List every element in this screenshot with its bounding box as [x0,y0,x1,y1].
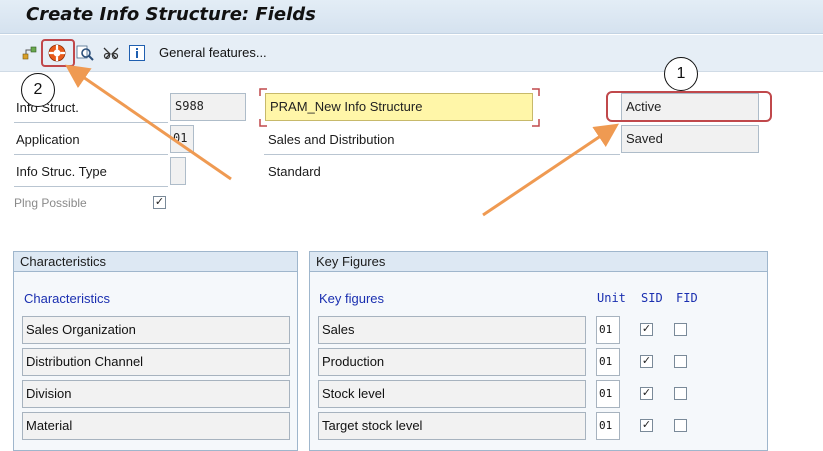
arrow-to-status [482,123,619,217]
callout-1: 1 [664,57,698,91]
annotation-arrows [65,64,619,217]
callout-2: 2 [21,73,55,107]
arrow-to-toolbar-icon [65,64,232,181]
